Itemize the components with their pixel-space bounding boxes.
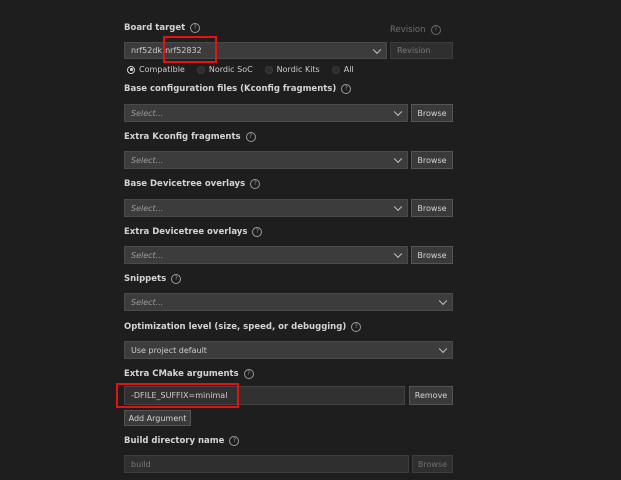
board-target-label-text: Board target: [124, 23, 186, 33]
cmake-label-text: Extra CMake arguments: [124, 369, 239, 379]
cmake-argument-input[interactable]: -DFILE_SUFFIX=minimal: [124, 386, 405, 405]
extra-dt-browse-button[interactable]: Browse: [411, 246, 453, 264]
cmake-remove-label: Remove: [414, 391, 448, 400]
extra-kconfig-select[interactable]: Select...: [124, 151, 408, 169]
revision-placeholder: Revision: [397, 46, 431, 55]
build-dir-label: Build directory name ?: [124, 436, 240, 446]
base-dt-placeholder: Select...: [131, 203, 164, 213]
extra-kconfig-label-text: Extra Kconfig fragments: [124, 132, 241, 142]
chevron-down-icon: [438, 296, 448, 306]
help-circle-icon[interactable]: ?: [190, 23, 201, 33]
extra-kconfig-label: Extra Kconfig fragments ?: [124, 132, 256, 142]
base-config-placeholder: Select...: [131, 108, 164, 118]
board-target-value-prefix: nrf52dk: [131, 46, 163, 55]
help-circle-icon[interactable]: ?: [250, 179, 261, 189]
extra-dt-label-text: Extra Devicetree overlays: [124, 227, 248, 237]
extra-kconfig-placeholder: Select...: [131, 155, 164, 165]
chevron-down-icon: [393, 202, 403, 212]
chevron-down-icon: [393, 154, 403, 164]
radio-all-label: All: [343, 65, 354, 74]
optimization-value: Use project default: [131, 345, 207, 355]
snippets-label: Snippets ?: [124, 274, 182, 284]
help-circle-icon[interactable]: ?: [243, 369, 254, 379]
radio-nordic-soc[interactable]: Nordic SoC: [196, 65, 253, 74]
help-circle-icon[interactable]: ?: [171, 274, 182, 284]
snippets-placeholder: Select...: [131, 297, 164, 307]
radio-nordic-kits[interactable]: Nordic Kits: [264, 65, 320, 74]
extra-kconfig-browse-label: Browse: [417, 155, 447, 165]
extra-kconfig-browse-button[interactable]: Browse: [411, 151, 453, 169]
chevron-down-icon: [438, 344, 448, 354]
extra-dt-browse-label: Browse: [417, 250, 447, 260]
build-configuration-panel: Board target ? Revision ? nrf52dk nrf528…: [0, 0, 621, 480]
cmake-remove-button[interactable]: Remove: [409, 386, 453, 405]
help-circle-icon[interactable]: ?: [351, 322, 362, 332]
radio-unselected-icon: [196, 65, 205, 74]
extra-dt-label: Extra Devicetree overlays ?: [124, 227, 263, 237]
base-config-label: Base configuration files (Kconfig fragme…: [124, 84, 352, 94]
snippets-label-text: Snippets: [124, 274, 167, 284]
optimization-select[interactable]: Use project default: [124, 341, 453, 359]
revision-label-text: Revision: [390, 25, 426, 35]
base-dt-select[interactable]: Select...: [124, 199, 408, 217]
extra-dt-placeholder: Select...: [131, 250, 164, 260]
cmake-argument-value: -DFILE_SUFFIX=minimal: [131, 391, 228, 400]
extra-dt-select[interactable]: Select...: [124, 246, 408, 264]
chevron-down-icon: [393, 249, 403, 259]
snippets-select[interactable]: Select...: [124, 293, 453, 311]
build-dir-placeholder: build: [131, 459, 151, 469]
board-filter-radios: Compatible Nordic SoC Nordic Kits All: [127, 65, 354, 74]
radio-nordic-kits-label: Nordic Kits: [276, 65, 320, 74]
base-dt-browse-button[interactable]: Browse: [411, 199, 453, 217]
base-dt-browse-label: Browse: [417, 203, 447, 213]
radio-unselected-icon: [331, 65, 340, 74]
base-dt-label-text: Base Devicetree overlays: [124, 179, 246, 189]
board-target-label: Board target ?: [124, 23, 201, 33]
chevron-down-icon: [393, 107, 403, 117]
build-dir-input[interactable]: build: [124, 455, 409, 473]
base-config-label-text: Base configuration files (Kconfig fragme…: [124, 84, 337, 94]
revision-select[interactable]: Revision: [390, 42, 453, 59]
optimization-label: Optimization level (size, speed, or debu…: [124, 322, 362, 332]
radio-nordic-soc-label: Nordic SoC: [208, 65, 253, 74]
optimization-label-text: Optimization level (size, speed, or debu…: [124, 322, 347, 332]
help-circle-icon[interactable]: ?: [229, 436, 240, 446]
cmake-label: Extra CMake arguments ?: [124, 369, 254, 379]
help-circle-icon[interactable]: ?: [430, 25, 441, 35]
build-dir-browse-button[interactable]: Browse: [412, 455, 453, 473]
base-dt-label: Base Devicetree overlays ?: [124, 179, 261, 189]
board-target-select[interactable]: nrf52dk nrf52832: [124, 42, 387, 59]
radio-all[interactable]: All: [331, 65, 354, 74]
radio-compatible-label: Compatible: [139, 65, 185, 74]
base-config-select[interactable]: Select...: [124, 104, 408, 122]
add-argument-label: Add Argument: [128, 413, 187, 423]
radio-unselected-icon: [264, 65, 273, 74]
revision-label: Revision ?: [390, 25, 441, 35]
add-argument-button[interactable]: Add Argument: [124, 410, 191, 426]
base-config-browse-button[interactable]: Browse: [411, 104, 453, 122]
help-circle-icon[interactable]: ?: [341, 84, 352, 94]
radio-selected-icon: [127, 65, 135, 74]
radio-compatible[interactable]: Compatible: [127, 65, 185, 74]
help-circle-icon[interactable]: ?: [245, 132, 256, 142]
build-dir-browse-label: Browse: [417, 459, 448, 469]
build-dir-label-text: Build directory name: [124, 436, 225, 446]
base-config-browse-label: Browse: [417, 108, 447, 118]
chevron-down-icon: [372, 45, 382, 54]
board-target-value-suffix: nrf52832: [165, 46, 202, 55]
help-circle-icon[interactable]: ?: [252, 227, 263, 237]
